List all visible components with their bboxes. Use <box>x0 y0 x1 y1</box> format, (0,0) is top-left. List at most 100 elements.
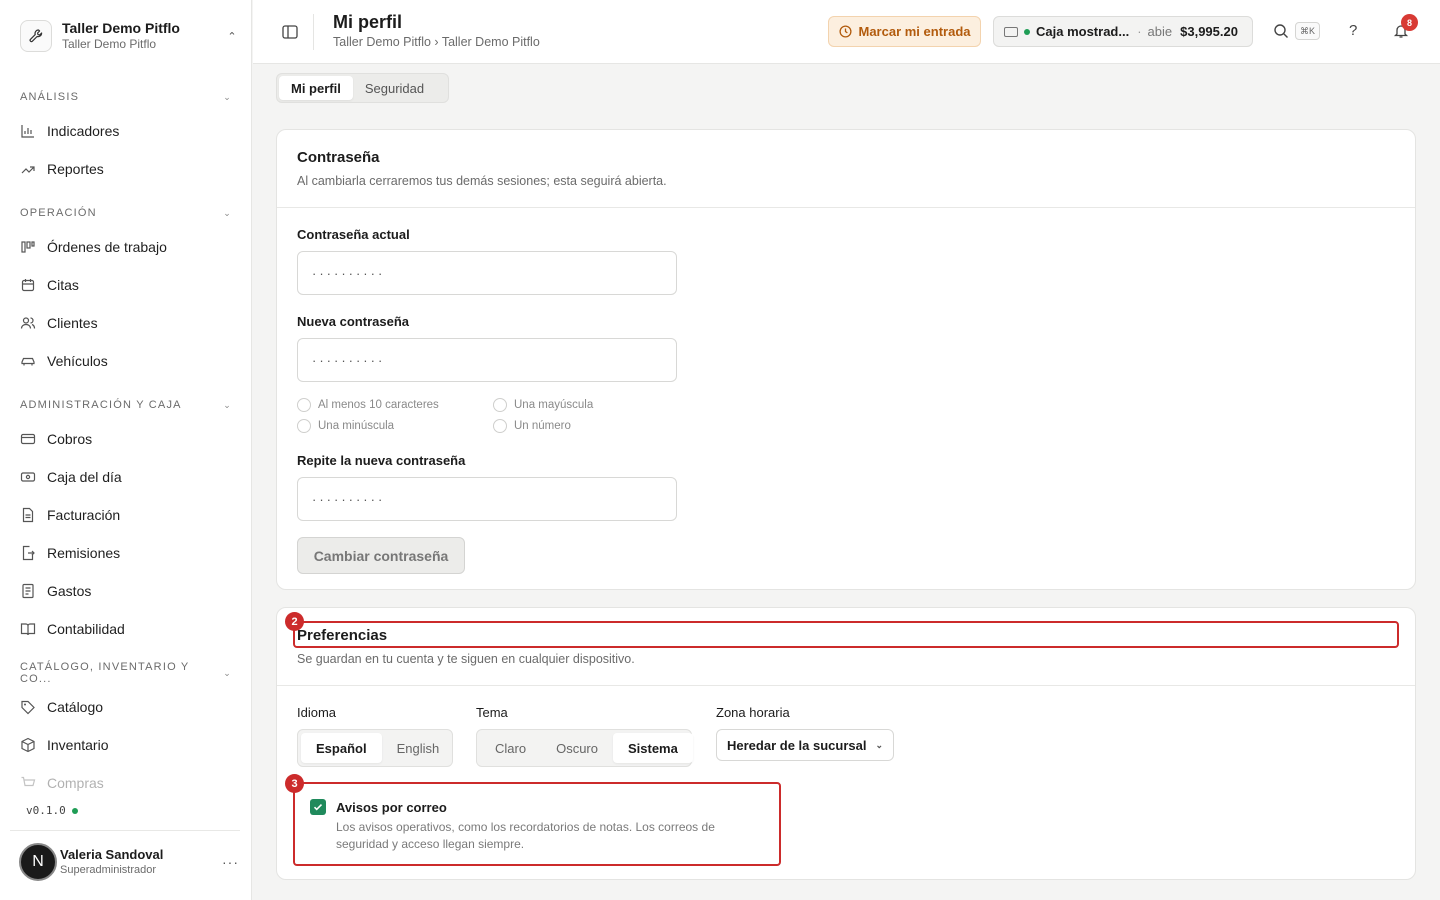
sidebar-item-indicadores[interactable]: Indicadores <box>20 116 232 146</box>
section-operacion[interactable]: OPERACIÓN ⌄ <box>20 203 232 223</box>
clock-in-button[interactable]: Marcar mi entrada <box>828 16 981 47</box>
sidebar-item-caja[interactable]: Caja del día <box>20 462 232 492</box>
divider <box>10 830 240 831</box>
divider <box>313 14 314 50</box>
top-header: Mi perfil Taller Demo Pitflo › Taller De… <box>253 0 1440 64</box>
sidebar-toggle-icon[interactable] <box>281 23 299 41</box>
language-option-es[interactable]: Español <box>301 733 382 763</box>
sidebar-item-compras[interactable]: Compras <box>20 768 232 798</box>
sidebar-item-label: Clientes <box>47 315 98 331</box>
requirement-lowercase: Una minúscula <box>297 419 394 433</box>
language-selector: Español English <box>297 729 453 767</box>
sidebar-item-citas[interactable]: Citas <box>20 270 232 300</box>
avatar: N <box>19 843 57 881</box>
sidebar-item-vehiculos[interactable]: Vehículos <box>20 346 232 376</box>
cash-register-amount: $3,995.20 <box>1180 24 1238 39</box>
theme-option-system[interactable]: Sistema <box>612 733 693 763</box>
clock-icon <box>838 25 852 38</box>
circle-icon <box>493 398 507 412</box>
profile-tabs: Mi perfil Seguridad <box>276 73 449 103</box>
sidebar-item-reportes[interactable]: Reportes <box>20 154 232 184</box>
users-icon <box>20 315 36 331</box>
sidebar-item-clientes[interactable]: Clientes <box>20 308 232 338</box>
current-password-label: Contraseña actual <box>297 227 410 242</box>
workspace-switcher[interactable]: Taller Demo Pitflo Taller Demo Pitflo ⌃ <box>20 16 240 56</box>
sidebar-item-gastos[interactable]: Gastos <box>20 576 232 606</box>
sidebar-item-catalogo[interactable]: Catálogo <box>20 692 232 722</box>
change-password-button[interactable]: Cambiar contraseña <box>297 537 465 574</box>
annotation-badge: 2 <box>285 612 304 631</box>
sidebar-item-label: Facturación <box>47 507 121 523</box>
sidebar-item-contabilidad[interactable]: Contabilidad <box>20 614 232 644</box>
timezone-label: Zona horaria <box>716 705 790 720</box>
status-dot <box>1024 28 1030 35</box>
workspace-name: Taller Demo Pitflo <box>62 20 180 36</box>
notification-badge: 8 <box>1401 14 1418 31</box>
tab-mi-perfil[interactable]: Mi perfil <box>279 76 353 100</box>
workspace-subtitle: Taller Demo Pitflo <box>62 37 157 51</box>
wrench-icon <box>20 20 52 52</box>
cart-icon <box>20 775 36 791</box>
app-version: v0.1.0 <box>26 804 78 817</box>
tab-seguridad[interactable]: Seguridad <box>353 76 436 100</box>
theme-option-dark[interactable]: Oscuro <box>541 733 613 763</box>
sidebar-item-label: Reportes <box>47 161 104 177</box>
version-text: v0.1.0 <box>26 804 66 817</box>
language-option-en[interactable]: English <box>382 733 455 763</box>
user-role: Superadministrador <box>60 864 156 876</box>
new-password-input[interactable]: ·········· <box>297 338 677 382</box>
sidebar-item-cobros[interactable]: Cobros <box>20 424 232 454</box>
chevron-down-icon: ⌄ <box>223 207 232 218</box>
keyboard-shortcut: ⌘K <box>1295 22 1320 40</box>
section-administracion[interactable]: ADMINISTRACIÓN Y CAJA ⌄ <box>20 395 232 415</box>
sidebar-item-label: Cobros <box>47 431 93 447</box>
sidebar-item-facturacion[interactable]: Facturación <box>20 500 232 530</box>
section-analisis[interactable]: ANÁLISIS ⌄ <box>20 87 232 107</box>
requirement-number: Un número <box>493 419 571 433</box>
timezone-select[interactable]: Heredar de la sucursal ⌄ <box>716 729 895 761</box>
receipt-icon <box>20 583 36 599</box>
sidebar-item-label: Inventario <box>47 737 109 753</box>
annotation-badge: 3 <box>285 774 304 793</box>
new-password-label: Nueva contraseña <box>297 314 409 329</box>
requirement-label: Una minúscula <box>318 420 395 432</box>
section-catalogo[interactable]: CATÁLOGO, INVENTARIO Y CO... ⌄ <box>20 661 232 685</box>
repeat-password-input[interactable]: ·········· <box>297 477 677 521</box>
sidebar-item-inventario[interactable]: Inventario <box>20 730 232 760</box>
chevron-down-icon: ⌄ <box>223 667 232 678</box>
car-icon <box>20 353 36 369</box>
sidebar-item-label: Órdenes de trabajo <box>47 239 167 255</box>
search-icon[interactable] <box>1272 22 1290 40</box>
requirement-label: Un número <box>514 420 571 432</box>
page-title: Mi perfil <box>333 12 403 32</box>
clock-in-label: Marcar mi entrada <box>858 24 971 39</box>
sidebar-item-label: Catálogo <box>47 699 104 715</box>
sidebar-item-label: Compras <box>47 775 104 791</box>
user-name: Valeria Sandoval <box>60 847 164 862</box>
sidebar-item-label: Contabilidad <box>47 621 125 637</box>
circle-icon <box>493 419 507 433</box>
chevron-updown-icon: ⌃ <box>227 30 237 43</box>
theme-option-light[interactable]: Claro <box>480 733 541 763</box>
annotation-box <box>293 782 781 866</box>
kanban-icon <box>20 239 36 255</box>
user-menu[interactable]: N Valeria Sandoval Superadministrador ··… <box>19 842 239 882</box>
card-description: Se guardan en tu cuenta y te siguen en c… <box>297 652 635 666</box>
sidebar-item-ordenes[interactable]: Órdenes de trabajo <box>20 232 232 262</box>
annotation-box <box>293 621 1399 648</box>
more-icon[interactable]: ··· <box>222 854 239 870</box>
current-password-input[interactable]: ·········· <box>297 251 677 295</box>
section-title: ADMINISTRACIÓN Y CAJA <box>20 399 182 411</box>
credit-card-icon <box>20 431 36 447</box>
cash-register-selector[interactable]: Caja mostrad... · abie $3,995.20 <box>993 16 1253 47</box>
trend-up-icon <box>20 161 36 177</box>
theme-selector: Claro Oscuro Sistema <box>476 729 693 767</box>
circle-icon <box>297 419 311 433</box>
sidebar-item-remisiones[interactable]: Remisiones <box>20 538 232 568</box>
chevron-down-icon: ⌄ <box>223 91 232 102</box>
tag-icon <box>20 699 36 715</box>
sidebar-item-label: Indicadores <box>47 123 120 139</box>
help-icon[interactable]: ? <box>1349 22 1357 39</box>
banknote-icon <box>1004 26 1018 37</box>
banknote-icon <box>20 469 36 485</box>
